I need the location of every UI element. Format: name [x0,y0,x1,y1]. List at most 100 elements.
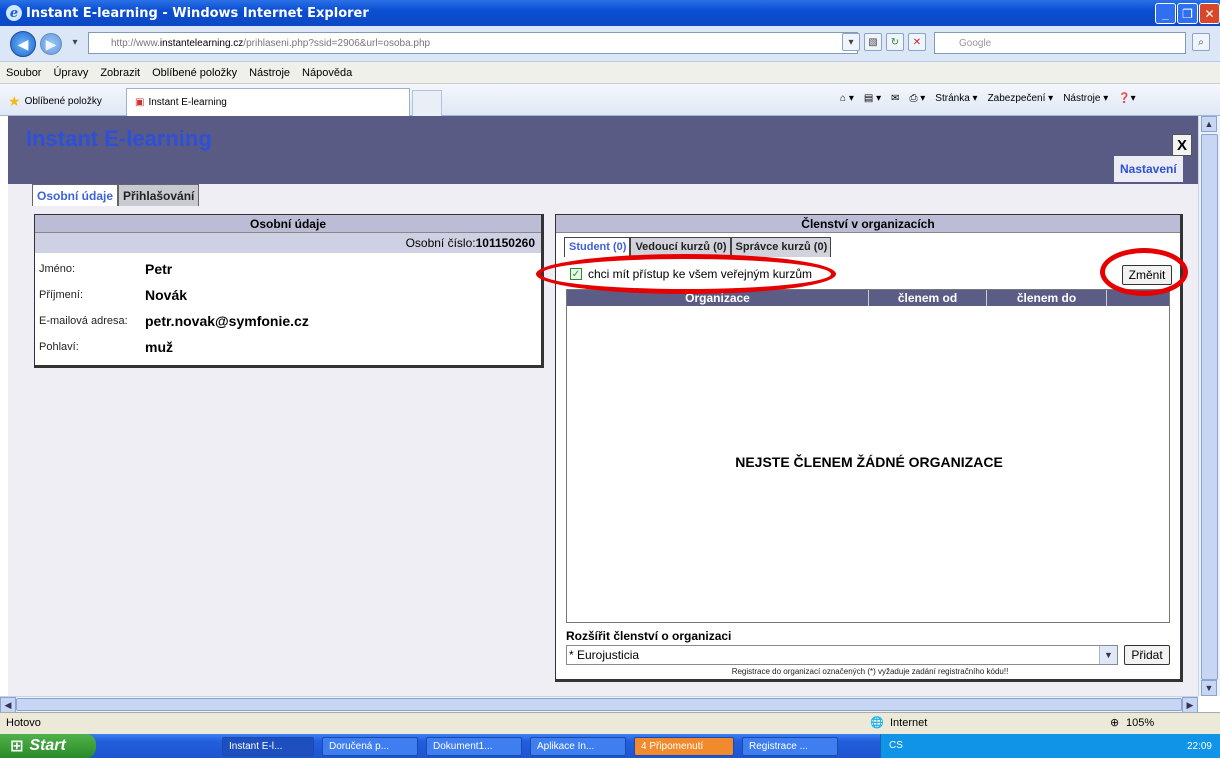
site-favicon-icon: ▣ [135,97,145,108]
url-prefix: http://www. [111,37,160,49]
organization-select[interactable]: * Eurojusticia ▼ [566,645,1118,665]
new-tab-button[interactable] [412,90,442,116]
browser-tab-title: Instant E-learning [148,97,227,108]
task-pripomenuti[interactable]: 4 Připomenutí [634,737,734,756]
help-icon[interactable]: ❓▾ [1118,93,1135,104]
address-toolbar: ◀ ▶ ▾ http://www. instantelearning.cz/pri… [0,26,1220,62]
language-indicator[interactable]: CS [889,740,903,751]
start-button[interactable]: ⊞ Start [0,734,96,758]
registration-note: Registrace do organizací označených (*) … [731,667,1009,676]
status-bar: Hotovo 🌐 Internet ⊕ 105% [0,712,1220,734]
field-pohlavi: Pohlaví: muž [35,335,539,359]
status-text: Hotovo [6,717,41,729]
app-header: Instant E-learning X Nastavení [8,116,1198,184]
favorites-button[interactable]: ★ Oblíbené položky [8,93,102,110]
vertical-scrollbar[interactable]: ▲ ▼ [1198,116,1220,696]
tab-student[interactable]: Student (0) [564,237,631,257]
task-dokument[interactable]: Dokument1... [426,737,522,756]
task-registrace[interactable]: Registrace ... [742,737,838,756]
url-domain: instantelearning.cz [159,37,244,49]
col-clenem-od[interactable]: členem od [869,290,987,306]
tab-prihlasovani[interactable]: Přihlašování [118,184,200,206]
favorites-label: Oblíbené položky [24,96,102,107]
menu-soubor[interactable]: Soubor [6,67,41,79]
personal-number-value: 101150260 [475,236,535,250]
scroll-left-icon[interactable]: ◀ [0,697,16,713]
profile-tabs: Osobní údaje Přihlašování [32,184,200,206]
forward-button[interactable]: ▶ [40,33,62,55]
field-email: E-mailová adresa: petr.novak@symfonie.cz [35,309,539,333]
tab-spravce-kurzu[interactable]: Správce kurzů (0) [730,237,832,257]
zoom-level[interactable]: 105% [1126,717,1154,729]
compat-view-icon[interactable]: ▧ [864,33,882,51]
page-viewport: Instant E-learning X Nastavení Osobní úd… [8,116,1198,696]
command-bar: ⌂ ▾ ▤ ▾ ✉ ⎙ ▾ Stránka ▾ Zabezpečení ▾ Ná… [840,93,1136,104]
add-button[interactable]: Přidat [1124,645,1170,665]
field-value: muž [145,339,173,355]
menu-napoveda[interactable]: Nápověda [302,67,352,79]
feeds-icon[interactable]: ▤ ▾ [864,93,881,104]
horizontal-scroll-thumb[interactable] [16,698,1182,711]
personal-number: Osobní číslo:101150260 [35,233,541,253]
settings-link[interactable]: Nastavení [1114,156,1183,182]
logout-close-button[interactable]: X [1172,134,1192,156]
window-title: Instant E-learning - Windows Internet Ex… [26,5,369,21]
personal-panel-header: Osobní údaje [35,215,541,233]
refresh-icon[interactable]: ↻ [886,33,904,51]
menu-nastroje[interactable]: Nástroje [249,67,290,79]
field-label: E-mailová adresa: [39,315,128,327]
col-clenem-do[interactable]: členem do [987,290,1107,306]
vertical-scroll-thumb[interactable] [1201,134,1218,680]
tab-osobni-udaje[interactable]: Osobní údaje [32,184,119,206]
history-dropdown-icon[interactable]: ▾ [66,33,84,51]
personal-panel: Osobní údaje Osobní číslo:101150260 Jmén… [34,214,544,368]
app-brand: Instant E-learning [26,126,212,151]
minimize-button[interactable]: _ [1155,3,1176,24]
field-value: Petr [145,261,173,277]
close-window-button[interactable]: ✕ [1199,3,1220,24]
star-icon: ★ [8,93,21,109]
home-icon[interactable]: ⌂ ▾ [840,93,854,104]
scroll-up-icon[interactable]: ▲ [1201,116,1217,132]
browser-tab-active[interactable]: ▣ Instant E-learning [126,88,410,116]
back-button[interactable]: ◀ [10,31,36,57]
annotation-ellipse-change [1100,248,1188,296]
menu-upravy[interactable]: Úpravy [53,67,88,79]
menu-oblibene[interactable]: Oblíbené položky [152,67,237,79]
cmd-zabezpeceni[interactable]: Zabezpečení ▾ [988,93,1054,104]
field-value: petr.novak@symfonie.cz [145,313,309,329]
zoom-icon[interactable]: ⊕ [1110,716,1119,729]
maximize-button[interactable]: ❐ [1177,3,1198,24]
empty-state-message: NEJSTE ČLENEM ŽÁDNÉ ORGANIZACE [735,454,1003,470]
task-dorucena[interactable]: Doručená p... [322,737,418,756]
organizations-table: Organizace členem od členem do NEJSTE ČL… [566,289,1170,623]
horizontal-scrollbar[interactable]: ◀ ▶ [0,696,1198,713]
print-icon[interactable]: ⎙ ▾ [909,93,925,104]
menu-bar: Soubor Úpravy Zobrazit Oblíbené položky … [0,62,1220,84]
membership-panel-header: Členství v organizacích [556,215,1180,233]
globe-icon: 🌐 [870,717,884,729]
extend-membership-label: Rozšířit členství o organizaci [566,629,732,643]
search-input[interactable]: Google [934,32,1186,54]
scroll-down-icon[interactable]: ▼ [1201,680,1217,696]
chevron-down-icon[interactable]: ▼ [1099,646,1117,664]
organization-select-value: * Eurojusticia [569,648,640,662]
scroll-right-icon[interactable]: ▶ [1182,697,1198,713]
task-instant[interactable]: Instant E-l... [222,737,314,756]
search-icon[interactable]: ⌕ [1192,33,1210,51]
task-aplikace[interactable]: Aplikace In... [530,737,626,756]
system-tray: CS 22:09 [880,734,1220,758]
cmd-nastroje[interactable]: Nástroje ▾ [1063,93,1108,104]
favorites-bar: ★ Oblíbené položky ▣ Instant E-learning ⌂ … [0,84,1220,116]
window-title-bar: e Instant E-learning - Windows Internet … [0,0,1220,26]
field-value: Novák [145,287,188,303]
menu-zobrazit[interactable]: Zobrazit [100,67,140,79]
cmd-stranka[interactable]: Stránka ▾ [935,93,977,104]
address-dropdown-icon[interactable]: ▾ [842,33,860,51]
field-prijmeni: Příjmení: Novák [35,283,539,307]
search-placeholder: Google [959,37,992,49]
address-bar[interactable]: http://www. instantelearning.cz/prihlasen… [88,32,858,54]
mail-icon[interactable]: ✉ [891,93,899,104]
windows-logo-icon: ⊞ [10,738,24,755]
stop-icon[interactable]: ✕ [908,33,926,51]
